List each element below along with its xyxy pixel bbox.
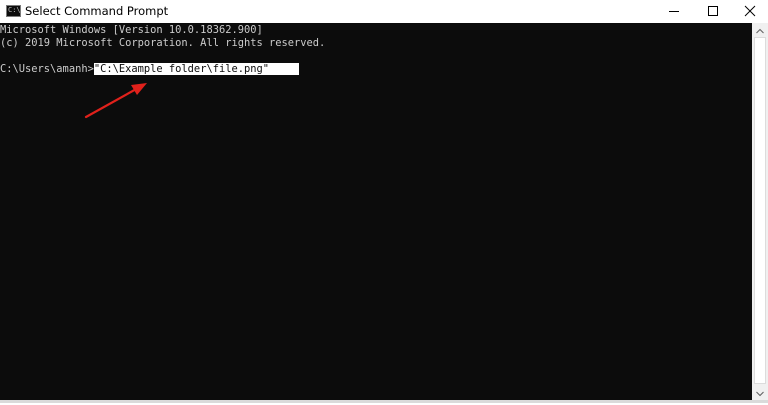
minimize-icon	[669, 11, 679, 12]
window-title: Select Command Prompt	[25, 4, 169, 18]
console-line-copyright: (c) 2019 Microsoft Corporation. All righ…	[0, 37, 326, 49]
command-prompt: C:\Users\amanh>	[0, 63, 94, 75]
minimize-button[interactable]	[652, 0, 698, 23]
cmd-icon[interactable]: C:\	[6, 5, 21, 17]
chevron-down-icon	[756, 391, 764, 397]
close-icon	[744, 5, 756, 17]
chevron-up-icon	[756, 28, 764, 34]
console-line-version: Microsoft Windows [Version 10.0.18362.90…	[0, 24, 263, 36]
console-output[interactable]: Microsoft Windows [Version 10.0.18362.90…	[0, 23, 752, 400]
selected-file-path[interactable]: "C:\Example folder\file.png"	[93, 63, 300, 75]
scroll-up-arrow[interactable]	[752, 23, 768, 37]
close-button[interactable]	[722, 0, 768, 23]
scrollbar-thumb[interactable]	[754, 37, 766, 384]
scroll-down-arrow[interactable]	[752, 386, 768, 400]
maximize-icon	[708, 6, 718, 16]
console-prompt-line[interactable]: C:\Users\amanh>"C:\Example folder\file.p…	[0, 63, 300, 76]
title-bar[interactable]: C:\ Select Command Prompt	[0, 0, 768, 23]
cmd-icon-glyph: C:\	[8, 6, 21, 14]
vertical-scrollbar[interactable]	[752, 23, 768, 400]
